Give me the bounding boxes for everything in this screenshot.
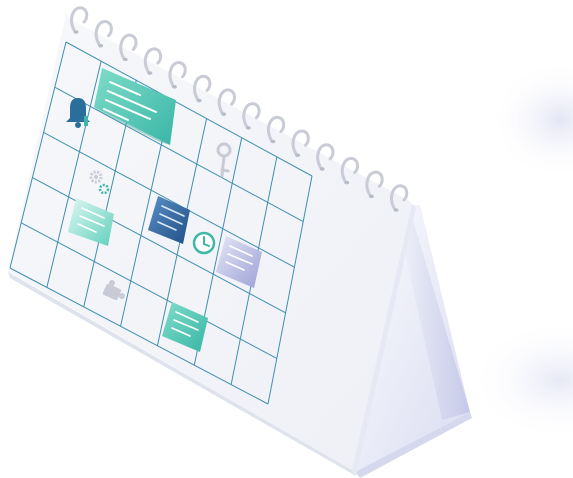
binding-hole	[122, 57, 128, 62]
binding-hole	[319, 167, 325, 171]
binding-hole	[147, 71, 153, 75]
binding-hole	[98, 43, 104, 48]
binding-hole	[344, 180, 350, 185]
binding-hole	[368, 194, 374, 199]
binding-hole	[196, 98, 202, 103]
binding-hole	[73, 30, 79, 34]
binding-hole	[221, 112, 227, 116]
desk-calendar-illustration	[8, 6, 573, 478]
binding-hole	[270, 139, 276, 144]
binding-hole	[393, 208, 399, 212]
binding-hole	[295, 153, 301, 158]
background-shapes	[470, 60, 573, 440]
binding-hole	[171, 84, 177, 89]
clock-icon	[192, 231, 216, 255]
binding-hole	[245, 126, 251, 130]
